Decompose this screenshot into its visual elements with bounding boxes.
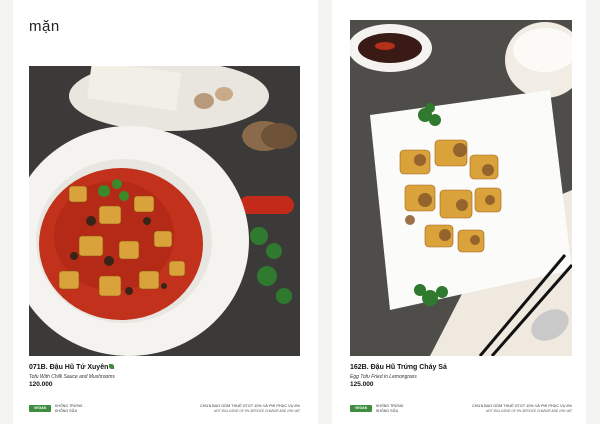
tax-note-en: NOT INCLUSIVE OF 5% SERVICE CHARGE AND 1…: [214, 409, 300, 413]
leaf-icon: [109, 364, 115, 369]
menu-page-left: mặn 071B. Đậu Hũ Tứ Xuyên Tofu With Chil…: [13, 0, 318, 424]
tax-note-en: NOT INCLUSIVE OF 5% SERVICE CHARGE AND 1…: [486, 409, 572, 413]
dish-photo-lemongrass-tofu: [350, 20, 572, 356]
menu-page-right: 162B. Đậu Hũ Trứng Cháy Sả Egg Tofu Frie…: [332, 0, 586, 424]
vegan-badge: VEGAN: [350, 405, 372, 412]
vegan-note: KHÔNG TRỨNG KHÔNG SỮA: [55, 404, 83, 413]
dish-illustration: [350, 20, 572, 356]
section-title: mặn: [29, 18, 60, 35]
dish-illustration: [29, 66, 300, 356]
dish-title-text: 071B. Đậu Hũ Tứ Xuyên: [29, 364, 109, 371]
dish-title: 162B. Đậu Hũ Trứng Cháy Sả: [350, 364, 447, 371]
tax-note-vi: CHƯA BAO GỒM THUẾ GTGT 10% VÀ PHÍ PHỤC V…: [200, 404, 300, 408]
dish-english-name: Egg Tofu Fried in Lemongrass: [350, 374, 417, 380]
dish-price: 125.000: [350, 381, 374, 388]
dish-price: 120.000: [29, 381, 53, 388]
tax-note-vi: CHƯA BAO GỒM THUẾ GTGT 10% VÀ PHÍ PHỤC V…: [472, 404, 572, 408]
dish-title: 071B. Đậu Hũ Tứ Xuyên: [29, 364, 115, 371]
dish-english-name: Tofu With Chilli Sauce and Mushrooms: [29, 374, 115, 380]
vegan-badge: VEGAN: [29, 405, 51, 412]
vegan-note: KHÔNG TRỨNG KHÔNG SỮA: [376, 404, 404, 413]
dish-photo-mapo-tofu: [29, 66, 300, 356]
